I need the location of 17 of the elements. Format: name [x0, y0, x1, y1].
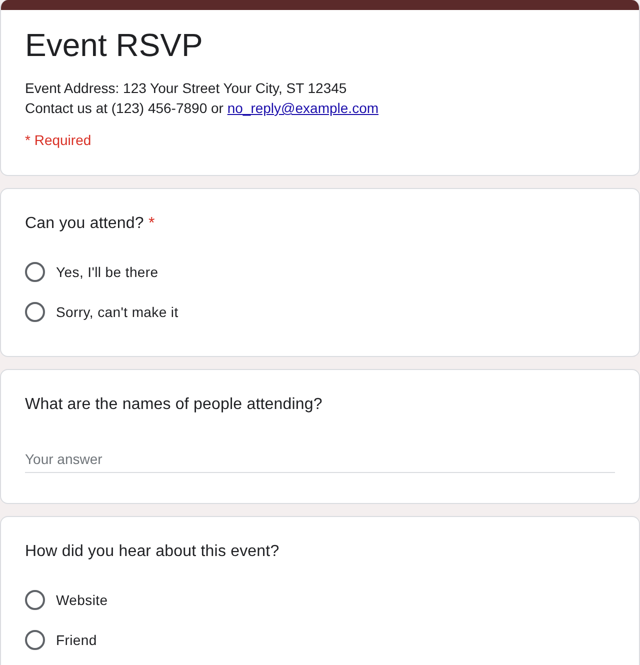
option-label: Yes, I'll be there: [56, 262, 158, 282]
question-title: Can you attend? *: [25, 214, 156, 234]
address-text: Event Address: 123 Your Street Your City, ST 12345: [25, 79, 348, 98]
radio-button[interactable]: [25, 262, 45, 282]
question-title: What are the names of people attending?: [25, 395, 324, 415]
radio-button[interactable]: [25, 302, 45, 322]
radio-button[interactable]: [25, 630, 45, 650]
option-label: Website: [56, 590, 108, 610]
required-note: * Required: [25, 131, 92, 150]
radio-button[interactable]: [25, 590, 45, 610]
form-title: Event RSVP: [25, 26, 204, 65]
answer-field[interactable]: Your answer: [25, 445, 615, 473]
question-title: How did you hear about this event?: [25, 542, 280, 562]
option-label: Sorry, can't make it: [56, 302, 178, 322]
option-label: Friend: [56, 630, 97, 650]
email-link[interactable]: no_reply@example.com: [227, 100, 379, 116]
contact-text: Contact us at (123) 456-7890 or no_reply@example.com: [25, 99, 380, 118]
